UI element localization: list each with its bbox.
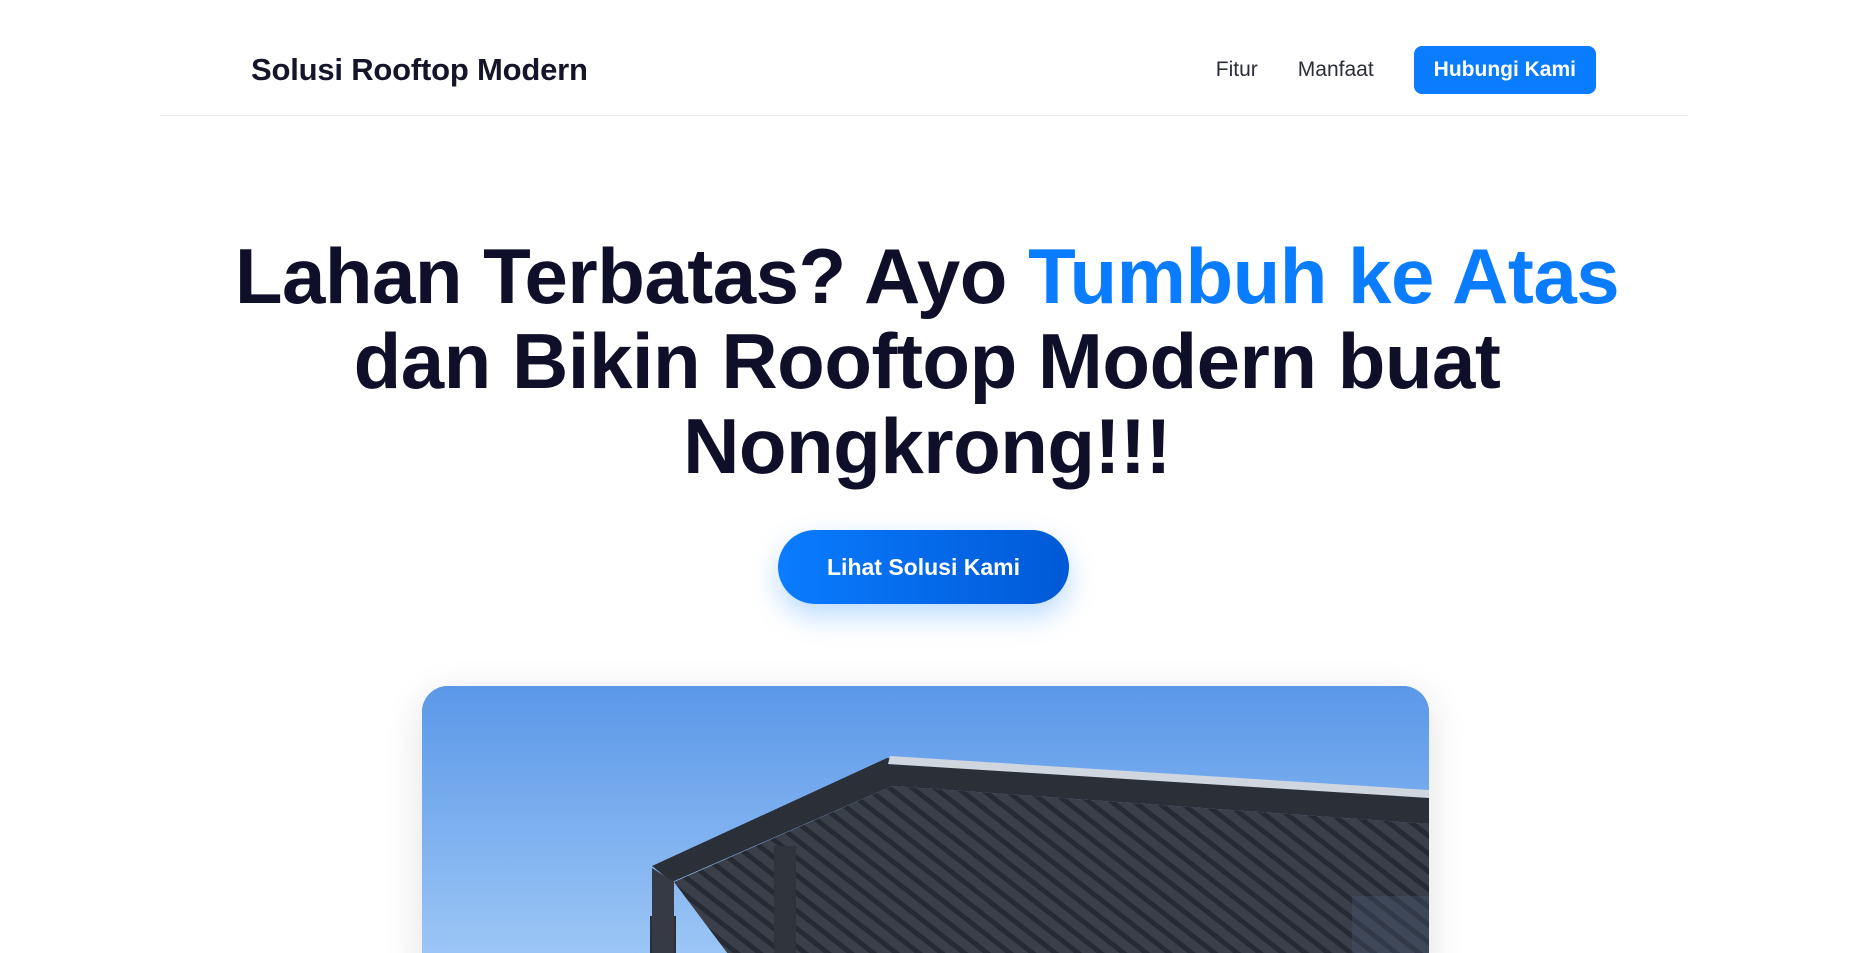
hero-title: Lahan Terbatas? Ayo Tumbuh ke Atas dan B… (227, 234, 1627, 489)
contact-button[interactable]: Hubungi Kami (1413, 46, 1596, 94)
main-nav: Fitur Manfaat Hubungi Kami (1216, 46, 1596, 94)
pergola-illustration (422, 686, 1429, 953)
see-solutions-button[interactable]: Lihat Solusi Kami (778, 530, 1069, 604)
rooftop-pergola-image (422, 686, 1429, 953)
hero-title-part2: dan Bikin Rooftop Modern buat Nongkrong!… (353, 317, 1501, 490)
site-header: Solusi Rooftop Modern Fitur Manfaat Hubu… (160, 0, 1688, 116)
hero-title-accent: Tumbuh ke Atas (1028, 232, 1620, 320)
nav-link-fitur[interactable]: Fitur (1216, 58, 1258, 82)
brand-logo-text[interactable]: Solusi Rooftop Modern (251, 52, 588, 88)
landing-page: Solusi Rooftop Modern Fitur Manfaat Hubu… (0, 0, 1854, 953)
hero-title-part1: Lahan Terbatas? Ayo (234, 232, 1029, 320)
nav-link-manfaat[interactable]: Manfaat (1298, 58, 1374, 82)
